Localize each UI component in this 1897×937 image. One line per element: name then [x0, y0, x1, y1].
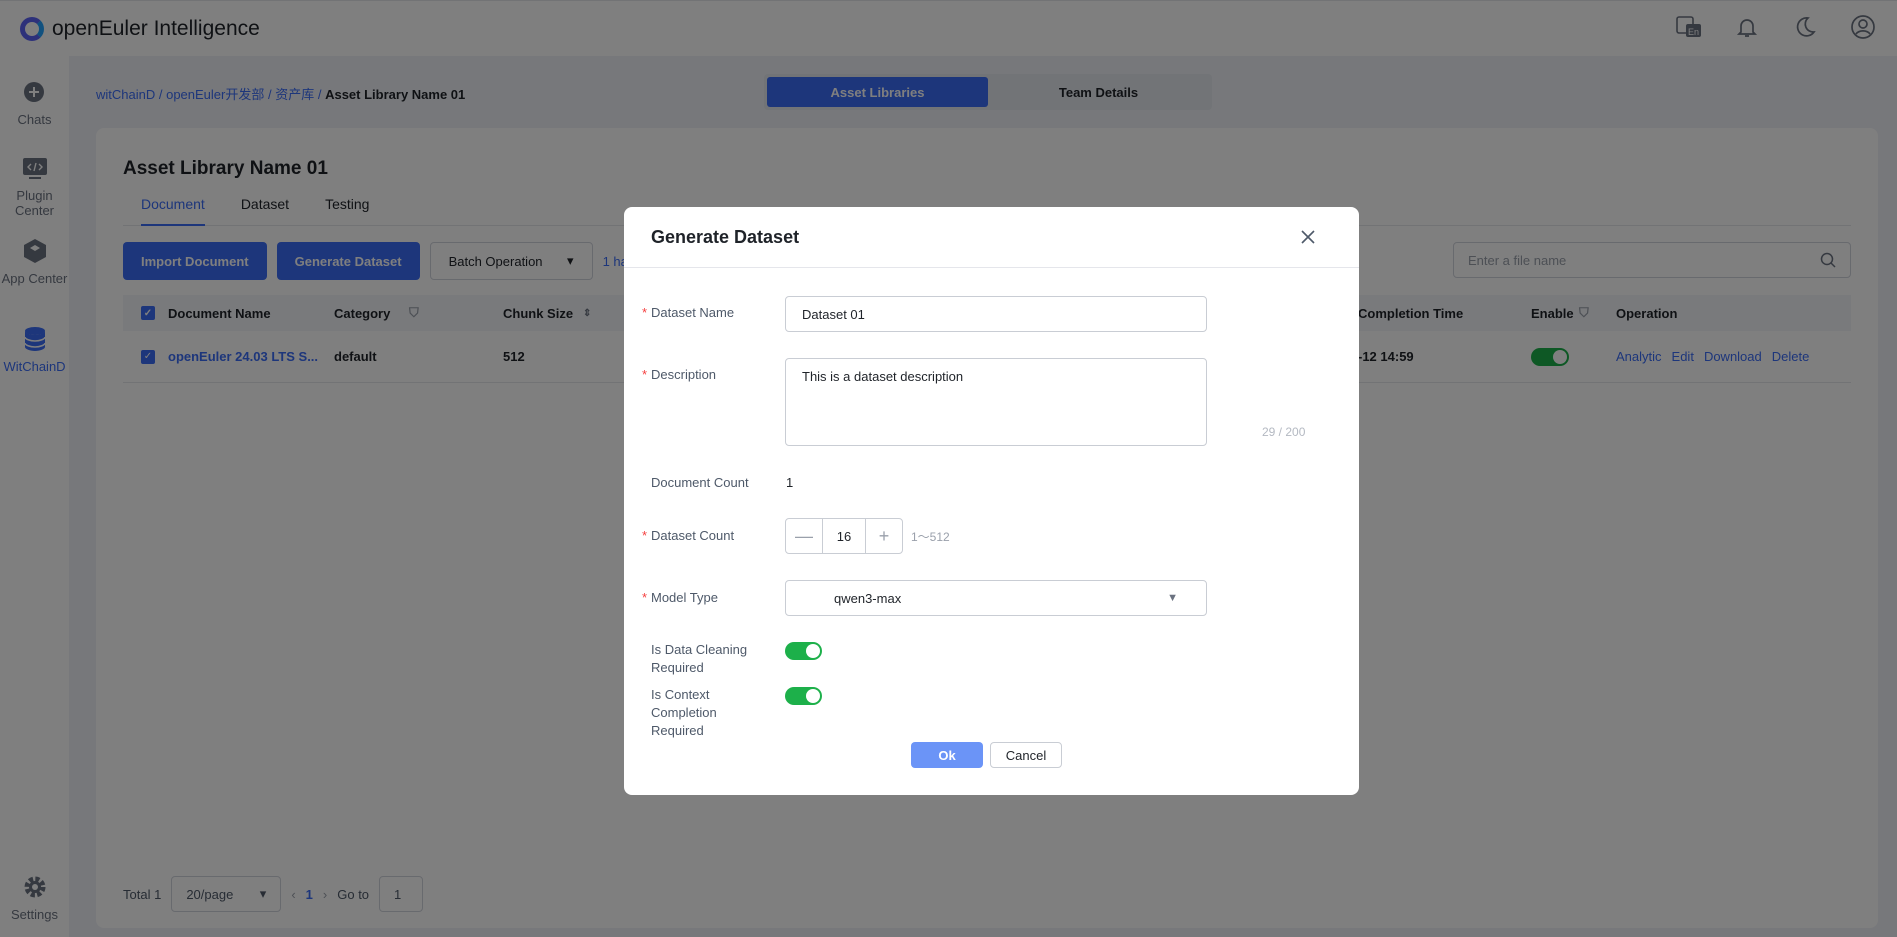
data-cleaning-label: Is Data Cleaning Required — [651, 642, 748, 675]
data-cleaning-toggle[interactable] — [785, 642, 822, 660]
description-label: * Description — [642, 367, 717, 382]
increment-button[interactable]: + — [866, 519, 902, 553]
context-completion-label: Is Context Completion Required — [651, 687, 717, 738]
description-field[interactable]: This is a dataset description — [785, 358, 1207, 446]
dialog-header: Generate Dataset — [624, 207, 1359, 268]
dataset-name-field[interactable]: Dataset 01 — [785, 296, 1207, 332]
cancel-button[interactable]: Cancel — [990, 742, 1062, 768]
close-icon[interactable] — [1297, 226, 1319, 248]
context-completion-toggle[interactable] — [785, 687, 822, 705]
caret-down-icon: ▼ — [1167, 592, 1178, 604]
dataset-name-label: * Dataset Name — [642, 305, 735, 320]
document-count-label: Document Count — [651, 475, 749, 490]
model-type-label: * Model Type — [642, 590, 718, 605]
model-type-select[interactable]: qwen3-max ▼ — [785, 580, 1207, 616]
dataset-count-stepper: — 16 + — [785, 518, 903, 554]
dataset-count-label: * Dataset Count — [642, 528, 735, 543]
generate-dataset-dialog: Generate Dataset * Dataset Name Dataset 0… — [624, 207, 1359, 795]
dataset-count-input[interactable]: 16 — [822, 519, 866, 553]
description-counter: 29 / 200 — [1262, 425, 1306, 439]
ok-button[interactable]: Ok — [911, 742, 983, 768]
document-count-value: 1 — [786, 475, 794, 490]
dialog-title: Generate Dataset — [651, 226, 800, 247]
dataset-count-range: 1〜512 — [911, 530, 950, 544]
decrement-button[interactable]: — — [786, 519, 822, 553]
model-type-value: qwen3-max — [834, 590, 902, 606]
